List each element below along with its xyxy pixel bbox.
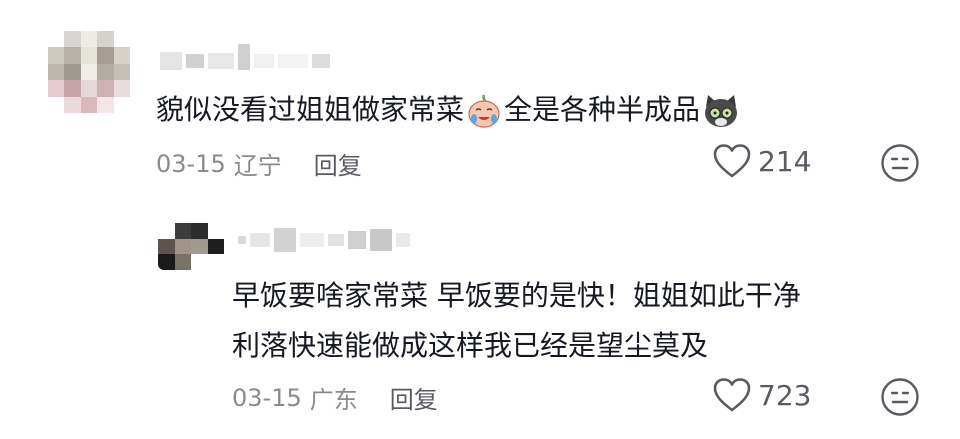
expressionless-face-icon[interactable] — [880, 143, 920, 183]
comment-location: 广东 — [309, 386, 358, 414]
comment-text-part-1: 貌似没看过姐姐做家常菜 — [156, 93, 465, 126]
expressionless-face-icon[interactable] — [880, 377, 920, 417]
comment-text: 貌似没看过姐姐做家常菜 全是各种半成品 — [156, 84, 742, 136]
comment-date: 03-15 — [232, 383, 302, 412]
comment-location: 辽宁 — [233, 152, 282, 180]
comment-meta: 03-15 广东 回复 — [232, 380, 438, 415]
username-blurred[interactable] — [238, 228, 410, 252]
like-count: 214 — [758, 144, 812, 178]
comment-date: 03-15 — [156, 149, 226, 178]
reply-button[interactable]: 回复 — [314, 146, 362, 181]
avatar[interactable] — [48, 31, 130, 113]
reply-button[interactable]: 回复 — [390, 380, 438, 415]
heart-outline-icon — [713, 378, 751, 412]
reply-text-line-2: 利落快速能做成这样我已经是望尘莫及 — [232, 329, 709, 362]
comment-text-part-2: 全是各种半成品 — [504, 93, 701, 126]
cat-face-emoji — [705, 95, 738, 127]
username-blurred[interactable] — [160, 44, 330, 70]
like-button[interactable]: 723 — [712, 377, 811, 413]
heart-outline-icon — [713, 144, 751, 178]
avatar[interactable] — [158, 223, 224, 270]
like-button[interactable]: 214 — [712, 143, 811, 179]
like-count: 723 — [758, 378, 812, 412]
comment-meta: 03-15 辽宁 回复 — [156, 146, 362, 181]
reply-text-line-1: 早饭要啥家常菜 早饭要的是快！姐姐如此干净 — [232, 279, 801, 312]
crying-face-emoji — [468, 94, 500, 128]
